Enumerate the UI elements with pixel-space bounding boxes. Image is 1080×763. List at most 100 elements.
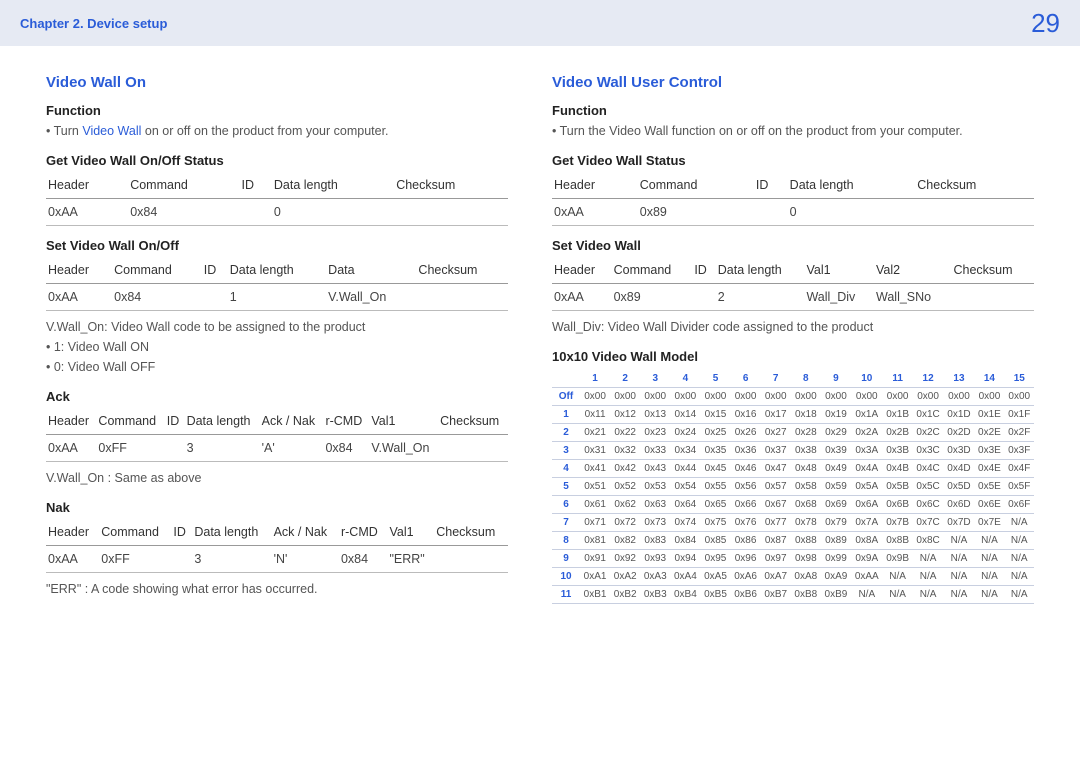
grid-cell: 0x3B: [883, 442, 913, 460]
page-number: 29: [1031, 8, 1060, 39]
grid-col-head: 2: [610, 370, 640, 388]
table-cell: 1: [228, 284, 326, 311]
table-cell: Checksum: [416, 257, 508, 284]
table-cell: Header: [46, 257, 112, 284]
table-cell: Wall_Div: [804, 284, 874, 311]
table-cell: Header: [46, 172, 128, 199]
grid-cell: 0x61: [580, 496, 610, 514]
grid-cell: 0x86: [731, 532, 761, 550]
grid-cell: 0xB7: [761, 586, 791, 604]
grid-row-head: 2: [552, 424, 580, 442]
grid-col-head: 4: [670, 370, 700, 388]
grid-row-head: Off: [552, 388, 580, 406]
grid-cell: 0x58: [791, 478, 821, 496]
table-cell: Checksum: [394, 172, 508, 199]
grid-heading: 10x10 Video Wall Model: [552, 349, 1034, 364]
grid-cell: 0x31: [580, 442, 610, 460]
set-opt-0: 0: Video Wall OFF: [46, 357, 508, 377]
grid-cell: 0x00: [700, 388, 730, 406]
grid-row-head: 5: [552, 478, 580, 496]
grid-cell: 0x83: [640, 532, 670, 550]
grid-cell: 0x4A: [851, 460, 883, 478]
ack-heading: Ack: [46, 389, 508, 404]
grid-cell: 0x7A: [851, 514, 883, 532]
table-cell: Command: [612, 257, 693, 284]
grid-cell: 0x22: [610, 424, 640, 442]
grid-cell: 0x91: [580, 550, 610, 568]
set-table: HeaderCommandIDData lengthDataChecksum 0…: [46, 257, 508, 311]
grid-cell: 0x6B: [883, 496, 913, 514]
grid-cell: 0x51: [580, 478, 610, 496]
grid-col-head: 3: [640, 370, 670, 388]
grid-cell: 0x38: [791, 442, 821, 460]
grid-cell: 0x96: [731, 550, 761, 568]
grid-cell: 0x98: [791, 550, 821, 568]
table-cell: ID: [165, 408, 185, 435]
grid-cell: 0x43: [640, 460, 670, 478]
grid-cell: 0x5A: [851, 478, 883, 496]
table-cell: V.Wall_On: [369, 435, 438, 462]
table-cell: Command: [638, 172, 754, 199]
grid-table: 123456789101112131415Off0x000x000x000x00…: [552, 370, 1034, 604]
grid-cell: 0xB9: [821, 586, 851, 604]
table-cell: 0xFF: [96, 435, 164, 462]
grid-col-head: 11: [883, 370, 913, 388]
table-cell: 0: [272, 199, 394, 226]
grid-cell: 0x78: [791, 514, 821, 532]
grid-cell: 0x97: [761, 550, 791, 568]
get-status-table: HeaderCommandIDData lengthChecksum 0xAA0…: [46, 172, 508, 226]
grid-row-head: 8: [552, 532, 580, 550]
grid-row-head: 10: [552, 568, 580, 586]
grid-cell: 0x47: [761, 460, 791, 478]
grid-cell: 0x27: [761, 424, 791, 442]
left-column: Video Wall On Function Turn Video Wall o…: [46, 74, 508, 604]
grid-col-head: 10: [851, 370, 883, 388]
grid-cell: 0x89: [821, 532, 851, 550]
grid-cell: 0x49: [821, 460, 851, 478]
grid-cell: 0x39: [821, 442, 851, 460]
table-cell: ID: [240, 172, 272, 199]
get-status-heading: Get Video Wall On/Off Status: [46, 153, 508, 168]
table-cell: [915, 199, 1034, 226]
set-desc: V.Wall_On: Video Wall code to be assigne…: [46, 317, 508, 337]
section-title: Video Wall User Control: [552, 74, 1034, 91]
table-cell: Checksum: [438, 408, 508, 435]
table-cell: Command: [99, 519, 171, 546]
function-bullet: Turn the Video Wall function on or off o…: [552, 122, 1034, 141]
grid-cell: 0x74: [670, 514, 700, 532]
ack-table: HeaderCommandIDData lengthAck / Nakr-CMD…: [46, 408, 508, 462]
table-cell: 0x89: [612, 284, 693, 311]
grid-cell: 0x4D: [944, 460, 975, 478]
grid-cell: 0x11: [580, 406, 610, 424]
grid-cell: 0x41: [580, 460, 610, 478]
table-cell: 2: [716, 284, 805, 311]
table-cell: "ERR": [387, 546, 434, 573]
grid-cell: 0x00: [761, 388, 791, 406]
table-cell: 'N': [272, 546, 339, 573]
table-cell: Header: [46, 408, 96, 435]
grid-cell: 0x62: [610, 496, 640, 514]
table-cell: 0xAA: [46, 199, 128, 226]
table-cell: Data: [326, 257, 416, 284]
grid-cell: 0x15: [700, 406, 730, 424]
grid-cell: 0x72: [610, 514, 640, 532]
grid-cell: 0x2A: [851, 424, 883, 442]
table-cell: 3: [192, 546, 271, 573]
grid-cell: N/A: [974, 586, 1004, 604]
grid-cell: N/A: [974, 532, 1004, 550]
grid-cell: N/A: [913, 586, 944, 604]
set-table: HeaderCommandIDData lengthVal1Val2Checks…: [552, 257, 1034, 311]
table-cell: Command: [112, 257, 202, 284]
grid-cell: 0x93: [640, 550, 670, 568]
grid-col-head: 15: [1005, 370, 1035, 388]
grid-cell: 0x17: [761, 406, 791, 424]
grid-col-head: 12: [913, 370, 944, 388]
table-cell: Header: [46, 519, 99, 546]
nak-desc: "ERR" : A code showing what error has oc…: [46, 579, 508, 599]
grid-cell: N/A: [883, 568, 913, 586]
grid-cell: 0x18: [791, 406, 821, 424]
table-cell: r-CMD: [339, 519, 387, 546]
table-cell: Val1: [387, 519, 434, 546]
grid-cell: 0x81: [580, 532, 610, 550]
grid-cell: 0x2C: [913, 424, 944, 442]
